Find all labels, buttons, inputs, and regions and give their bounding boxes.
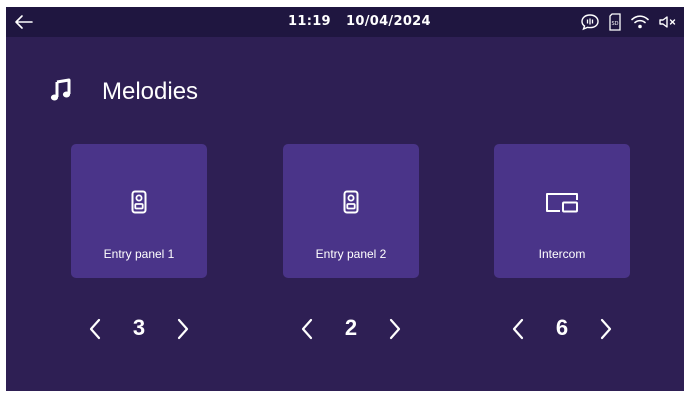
- page-header: Melodies: [50, 77, 198, 107]
- status-bar: 11:19 10/04/2024 SD: [6, 7, 684, 37]
- status-date: 10/04/2024: [346, 14, 431, 29]
- sd-card-icon: SD: [608, 13, 622, 31]
- device-card-intercom[interactable]: Intercom: [494, 144, 630, 278]
- device-card-label: Entry panel 1: [103, 247, 175, 261]
- melody-stepper-entry-panel-2: 2: [283, 313, 419, 345]
- chevron-right-icon[interactable]: [171, 317, 195, 341]
- melody-stepper-intercom: 6: [494, 313, 630, 345]
- door-panel-icon: [343, 190, 359, 214]
- melody-stepper-entry-panel-1: 3: [71, 313, 207, 345]
- music-note-icon: [50, 78, 72, 106]
- page-title: Melodies: [102, 78, 199, 105]
- wifi-icon: [630, 14, 650, 30]
- door-panel-icon: [131, 190, 147, 214]
- status-icons: SD: [580, 12, 678, 32]
- speaker-bubble-icon: [580, 13, 600, 31]
- speaker-muted-icon: [658, 14, 678, 30]
- chevron-right-icon[interactable]: [594, 317, 618, 341]
- chevron-right-icon[interactable]: [383, 317, 407, 341]
- device-card-label: Entry panel 2: [315, 247, 387, 261]
- device-card-entry-panel-1[interactable]: Entry panel 1: [71, 144, 207, 278]
- svg-text:SD: SD: [611, 21, 618, 27]
- device-card-entry-panel-2[interactable]: Entry panel 2: [283, 144, 419, 278]
- status-time: 11:19: [288, 14, 331, 29]
- back-arrow-icon: [15, 15, 33, 29]
- screen: 11:19 10/04/2024 SD Melodies Entry panel…: [6, 7, 684, 391]
- back-button[interactable]: [12, 10, 36, 34]
- device-card-label: Intercom: [538, 247, 586, 261]
- intercom-screen-icon: [544, 190, 580, 216]
